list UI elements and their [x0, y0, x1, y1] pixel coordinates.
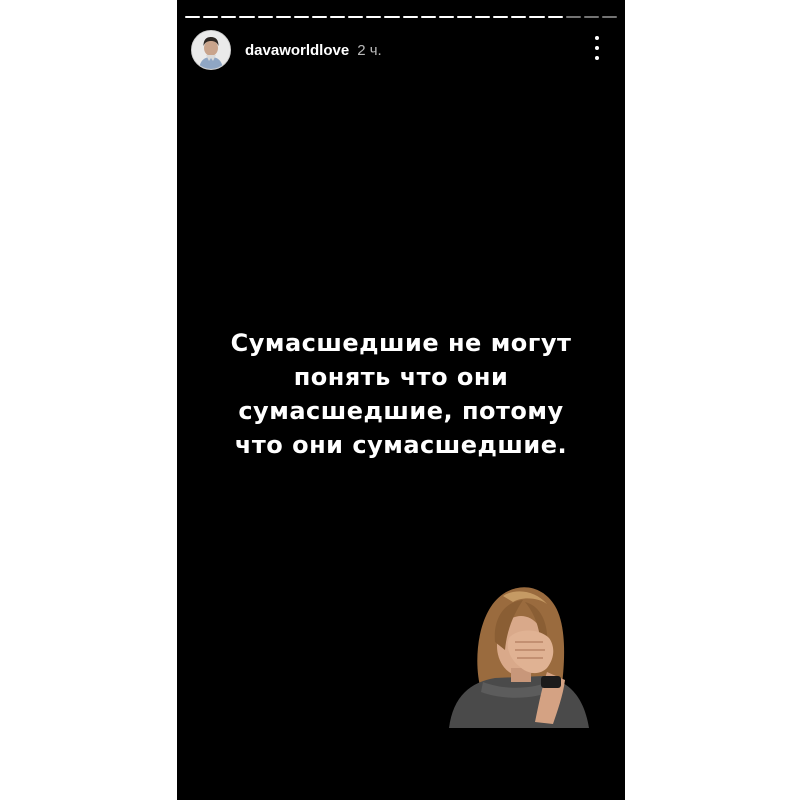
story-username[interactable]: davaworldlove	[245, 42, 349, 59]
progress-segment	[275, 16, 291, 18]
more-vertical-icon[interactable]	[589, 36, 605, 60]
story-viewer[interactable]: davaworldlove 2 ч. Сумасшедшие не могут …	[177, 0, 625, 800]
caption-line: что они сумасшедшие.	[234, 431, 568, 459]
progress-segment	[203, 16, 219, 18]
progress-segment	[366, 16, 382, 18]
facepalm-woman-icon	[449, 587, 589, 728]
progress-segment	[511, 16, 527, 18]
progress-segment	[547, 16, 563, 18]
progress-segment	[257, 16, 273, 18]
story-header: davaworldlove 2 ч.	[191, 30, 382, 70]
progress-segment	[565, 16, 581, 18]
menu-dot	[595, 36, 599, 40]
progress-segment	[402, 16, 418, 18]
progress-segment	[311, 16, 327, 18]
progress-segment	[583, 16, 599, 18]
facepalm-sticker[interactable]	[443, 572, 593, 728]
progress-segment	[438, 16, 454, 18]
progress-segment	[348, 16, 364, 18]
caption-line: понять что они	[293, 363, 509, 391]
progress-segment	[601, 16, 617, 18]
avatar-image	[192, 31, 230, 69]
progress-segment	[493, 16, 509, 18]
progress-segment	[221, 16, 237, 18]
caption-line: сумасшедшие, потому	[238, 397, 564, 425]
story-progress-bar	[185, 16, 617, 18]
caption-line: Сумасшедшие не могут	[230, 329, 572, 357]
progress-segment	[239, 16, 255, 18]
menu-dot	[595, 56, 599, 60]
progress-segment	[529, 16, 545, 18]
progress-segment	[330, 16, 346, 18]
avatar[interactable]	[191, 30, 231, 70]
progress-segment	[456, 16, 472, 18]
progress-segment	[475, 16, 491, 18]
progress-segment	[384, 16, 400, 18]
story-timestamp: 2 ч.	[357, 41, 382, 59]
progress-segment	[293, 16, 309, 18]
progress-segment	[185, 16, 201, 18]
progress-segment	[420, 16, 436, 18]
menu-dot	[595, 46, 599, 50]
story-caption: Сумасшедшие не могут понять что они сума…	[177, 326, 625, 462]
